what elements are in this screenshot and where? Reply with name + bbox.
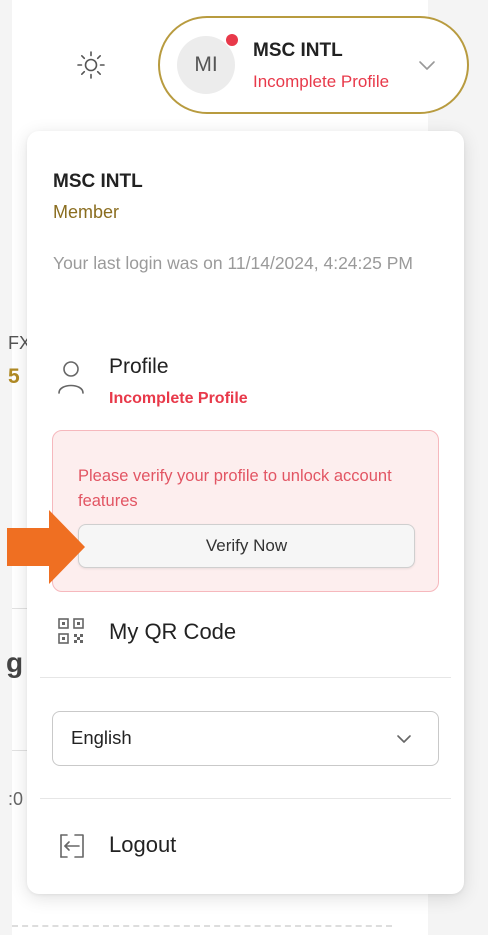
verify-message: Please verify your profile to unlock acc… [78, 467, 392, 510]
last-login-text: Your last login was on 11/14/2024, 4:24:… [53, 253, 413, 273]
arrow-right-icon [7, 510, 85, 584]
user-menu-button[interactable]: MI MSC INTL Incomplete Profile [158, 16, 469, 114]
language-selected-value: English [71, 727, 132, 748]
my-qr-code-label: My QR Code [109, 619, 237, 644]
logout-icon [60, 834, 84, 858]
menu-divider [40, 677, 451, 678]
avatar: MI [177, 36, 235, 94]
profile-status: Incomplete Profile [109, 390, 248, 407]
profile-status-label: Incomplete Profile [253, 72, 390, 91]
theme-toggle-button[interactable] [72, 46, 110, 84]
logout-menu-item[interactable]: Logout [53, 823, 443, 871]
avatar-initials: MI [194, 53, 218, 76]
logout-label: Logout [109, 832, 177, 857]
menu-user-name: MSC INTL [53, 171, 143, 192]
verify-now-button[interactable]: Verify Now [78, 524, 415, 568]
background-text-fragment: 5 [8, 365, 20, 388]
menu-divider [40, 798, 451, 799]
user-name: MSC INTL [253, 40, 343, 61]
sun-icon [77, 51, 105, 79]
verify-profile-alert: Please verify your profile to unlock acc… [52, 430, 439, 592]
user-dropdown-menu: MSC INTL Member Your last login was on 1… [27, 131, 464, 894]
menu-user-role: Member [53, 202, 120, 222]
background-dashed-divider [12, 925, 392, 927]
notification-dot [226, 34, 238, 46]
background-text-fragment: :0 [8, 789, 24, 809]
user-icon [58, 361, 84, 394]
chevron-down-icon [419, 61, 435, 70]
language-select[interactable]: English [52, 711, 439, 766]
qr-code-icon [58, 618, 84, 644]
profile-label: Profile [109, 355, 169, 378]
chevron-down-icon [397, 735, 411, 743]
my-qr-code-menu-item[interactable]: My QR Code [53, 607, 443, 661]
background-text-fragment: g [6, 647, 24, 678]
profile-menu-item[interactable]: Profile Incomplete Profile [53, 353, 443, 415]
